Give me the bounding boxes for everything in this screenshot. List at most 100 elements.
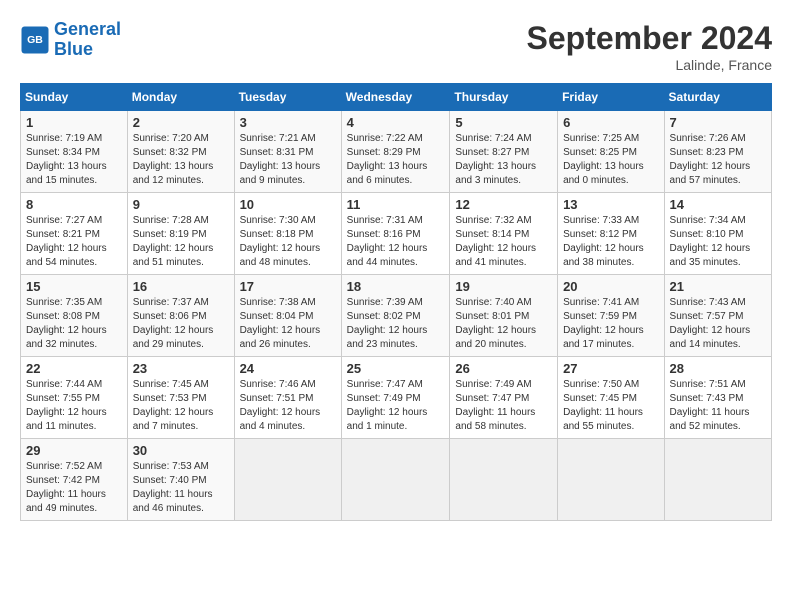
day-number: 2 <box>133 115 229 130</box>
title-block: September 2024 Lalinde, France <box>527 20 772 73</box>
day-number: 15 <box>26 279 122 294</box>
day-number: 4 <box>347 115 445 130</box>
day-info: Sunrise: 7:32 AM Sunset: 8:14 PM Dayligh… <box>455 214 552 270</box>
day-info: Sunrise: 7:47 AM Sunset: 7:49 PM Dayligh… <box>347 378 445 434</box>
table-row: 8 Sunrise: 7:27 AM Sunset: 8:21 PM Dayli… <box>21 193 128 275</box>
day-info: Sunrise: 7:37 AM Sunset: 8:06 PM Dayligh… <box>133 296 229 352</box>
day-number: 27 <box>563 361 658 376</box>
day-info: Sunrise: 7:22 AM Sunset: 8:29 PM Dayligh… <box>347 132 445 188</box>
day-number: 3 <box>240 115 336 130</box>
day-number: 23 <box>133 361 229 376</box>
col-saturday: Saturday <box>664 84 771 111</box>
table-row: 18 Sunrise: 7:39 AM Sunset: 8:02 PM Dayl… <box>341 275 450 357</box>
table-row: 1 Sunrise: 7:19 AM Sunset: 8:34 PM Dayli… <box>21 111 128 193</box>
day-info: Sunrise: 7:34 AM Sunset: 8:10 PM Dayligh… <box>670 214 766 270</box>
col-tuesday: Tuesday <box>234 84 341 111</box>
table-row: 11 Sunrise: 7:31 AM Sunset: 8:16 PM Dayl… <box>341 193 450 275</box>
table-row: 22 Sunrise: 7:44 AM Sunset: 7:55 PM Dayl… <box>21 357 128 439</box>
table-row <box>450 439 558 521</box>
table-row: 4 Sunrise: 7:22 AM Sunset: 8:29 PM Dayli… <box>341 111 450 193</box>
day-info: Sunrise: 7:39 AM Sunset: 8:02 PM Dayligh… <box>347 296 445 352</box>
day-number: 21 <box>670 279 766 294</box>
day-number: 10 <box>240 197 336 212</box>
table-row: 27 Sunrise: 7:50 AM Sunset: 7:45 PM Dayl… <box>558 357 664 439</box>
table-row <box>558 439 664 521</box>
day-number: 25 <box>347 361 445 376</box>
calendar-week-row: 1 Sunrise: 7:19 AM Sunset: 8:34 PM Dayli… <box>21 111 772 193</box>
day-number: 20 <box>563 279 658 294</box>
table-row: 6 Sunrise: 7:25 AM Sunset: 8:25 PM Dayli… <box>558 111 664 193</box>
day-info: Sunrise: 7:30 AM Sunset: 8:18 PM Dayligh… <box>240 214 336 270</box>
logo-text-line1: General <box>54 20 121 40</box>
calendar-week-row: 15 Sunrise: 7:35 AM Sunset: 8:08 PM Dayl… <box>21 275 772 357</box>
day-number: 30 <box>133 443 229 458</box>
day-info: Sunrise: 7:49 AM Sunset: 7:47 PM Dayligh… <box>455 378 552 434</box>
day-info: Sunrise: 7:26 AM Sunset: 8:23 PM Dayligh… <box>670 132 766 188</box>
day-number: 14 <box>670 197 766 212</box>
table-row <box>234 439 341 521</box>
table-row: 29 Sunrise: 7:52 AM Sunset: 7:42 PM Dayl… <box>21 439 128 521</box>
day-info: Sunrise: 7:46 AM Sunset: 7:51 PM Dayligh… <box>240 378 336 434</box>
table-row: 21 Sunrise: 7:43 AM Sunset: 7:57 PM Dayl… <box>664 275 771 357</box>
month-title: September 2024 <box>527 20 772 57</box>
table-row: 30 Sunrise: 7:53 AM Sunset: 7:40 PM Dayl… <box>127 439 234 521</box>
table-row: 23 Sunrise: 7:45 AM Sunset: 7:53 PM Dayl… <box>127 357 234 439</box>
day-number: 17 <box>240 279 336 294</box>
table-row: 9 Sunrise: 7:28 AM Sunset: 8:19 PM Dayli… <box>127 193 234 275</box>
day-info: Sunrise: 7:19 AM Sunset: 8:34 PM Dayligh… <box>26 132 122 188</box>
table-row: 17 Sunrise: 7:38 AM Sunset: 8:04 PM Dayl… <box>234 275 341 357</box>
table-row: 15 Sunrise: 7:35 AM Sunset: 8:08 PM Dayl… <box>21 275 128 357</box>
table-row: 2 Sunrise: 7:20 AM Sunset: 8:32 PM Dayli… <box>127 111 234 193</box>
day-number: 7 <box>670 115 766 130</box>
day-info: Sunrise: 7:51 AM Sunset: 7:43 PM Dayligh… <box>670 378 766 434</box>
table-row <box>341 439 450 521</box>
day-info: Sunrise: 7:52 AM Sunset: 7:42 PM Dayligh… <box>26 460 122 516</box>
logo-icon: GB <box>20 25 50 55</box>
day-number: 16 <box>133 279 229 294</box>
day-info: Sunrise: 7:40 AM Sunset: 8:01 PM Dayligh… <box>455 296 552 352</box>
day-number: 9 <box>133 197 229 212</box>
col-sunday: Sunday <box>21 84 128 111</box>
table-row: 10 Sunrise: 7:30 AM Sunset: 8:18 PM Dayl… <box>234 193 341 275</box>
page-header: GB General Blue September 2024 Lalinde, … <box>20 20 772 73</box>
day-info: Sunrise: 7:53 AM Sunset: 7:40 PM Dayligh… <box>133 460 229 516</box>
table-row: 20 Sunrise: 7:41 AM Sunset: 7:59 PM Dayl… <box>558 275 664 357</box>
svg-text:GB: GB <box>27 34 43 46</box>
col-monday: Monday <box>127 84 234 111</box>
table-row: 5 Sunrise: 7:24 AM Sunset: 8:27 PM Dayli… <box>450 111 558 193</box>
day-number: 6 <box>563 115 658 130</box>
day-number: 22 <box>26 361 122 376</box>
calendar-week-row: 29 Sunrise: 7:52 AM Sunset: 7:42 PM Dayl… <box>21 439 772 521</box>
table-row: 26 Sunrise: 7:49 AM Sunset: 7:47 PM Dayl… <box>450 357 558 439</box>
location: Lalinde, France <box>527 57 772 73</box>
table-row: 16 Sunrise: 7:37 AM Sunset: 8:06 PM Dayl… <box>127 275 234 357</box>
day-number: 29 <box>26 443 122 458</box>
day-info: Sunrise: 7:27 AM Sunset: 8:21 PM Dayligh… <box>26 214 122 270</box>
col-thursday: Thursday <box>450 84 558 111</box>
calendar-body: 1 Sunrise: 7:19 AM Sunset: 8:34 PM Dayli… <box>21 111 772 521</box>
day-number: 19 <box>455 279 552 294</box>
day-number: 18 <box>347 279 445 294</box>
day-number: 12 <box>455 197 552 212</box>
table-row: 14 Sunrise: 7:34 AM Sunset: 8:10 PM Dayl… <box>664 193 771 275</box>
day-info: Sunrise: 7:41 AM Sunset: 7:59 PM Dayligh… <box>563 296 658 352</box>
table-row: 25 Sunrise: 7:47 AM Sunset: 7:49 PM Dayl… <box>341 357 450 439</box>
day-number: 28 <box>670 361 766 376</box>
day-info: Sunrise: 7:50 AM Sunset: 7:45 PM Dayligh… <box>563 378 658 434</box>
day-info: Sunrise: 7:45 AM Sunset: 7:53 PM Dayligh… <box>133 378 229 434</box>
day-info: Sunrise: 7:35 AM Sunset: 8:08 PM Dayligh… <box>26 296 122 352</box>
day-info: Sunrise: 7:38 AM Sunset: 8:04 PM Dayligh… <box>240 296 336 352</box>
table-row: 3 Sunrise: 7:21 AM Sunset: 8:31 PM Dayli… <box>234 111 341 193</box>
day-number: 11 <box>347 197 445 212</box>
calendar-table: Sunday Monday Tuesday Wednesday Thursday… <box>20 83 772 521</box>
day-number: 8 <box>26 197 122 212</box>
calendar-week-row: 22 Sunrise: 7:44 AM Sunset: 7:55 PM Dayl… <box>21 357 772 439</box>
calendar-week-row: 8 Sunrise: 7:27 AM Sunset: 8:21 PM Dayli… <box>21 193 772 275</box>
day-number: 5 <box>455 115 552 130</box>
table-row: 13 Sunrise: 7:33 AM Sunset: 8:12 PM Dayl… <box>558 193 664 275</box>
table-row: 28 Sunrise: 7:51 AM Sunset: 7:43 PM Dayl… <box>664 357 771 439</box>
table-row: 24 Sunrise: 7:46 AM Sunset: 7:51 PM Dayl… <box>234 357 341 439</box>
day-number: 13 <box>563 197 658 212</box>
day-info: Sunrise: 7:43 AM Sunset: 7:57 PM Dayligh… <box>670 296 766 352</box>
day-info: Sunrise: 7:20 AM Sunset: 8:32 PM Dayligh… <box>133 132 229 188</box>
